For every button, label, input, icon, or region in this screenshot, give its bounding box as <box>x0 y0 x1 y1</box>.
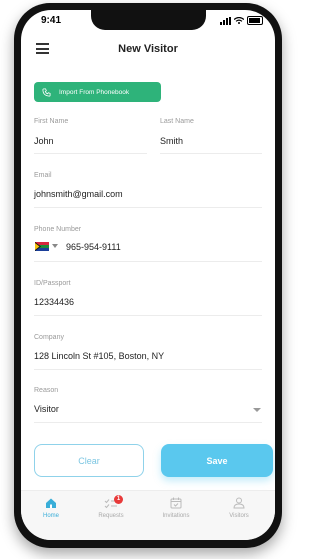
user-icon <box>233 497 245 509</box>
phone-icon <box>42 87 51 97</box>
last-name-label: Last Name <box>160 118 194 125</box>
screen: 9:41 New Visitor Import From Phonebook F… <box>21 10 275 540</box>
south-africa-flag-icon[interactable] <box>35 242 49 251</box>
import-button-label: Import From Phonebook <box>59 88 130 96</box>
first-name-label: First Name <box>34 118 69 125</box>
phone-number-label: Phone Number <box>34 226 82 233</box>
tab-invitations-label: Invitations <box>162 513 190 519</box>
divider <box>34 207 262 208</box>
reason-select[interactable]: Visitor <box>34 404 59 414</box>
id-passport-input[interactable]: 12334436 <box>34 297 74 307</box>
signal-icon <box>220 16 231 25</box>
tab-visitors[interactable]: Visitors <box>209 497 269 519</box>
tab-home[interactable]: Home <box>21 497 81 519</box>
status-icons <box>220 16 263 25</box>
page-title: New Visitor <box>118 43 178 55</box>
app-header: New Visitor <box>21 38 275 64</box>
phone-frame: 9:41 New Visitor Import From Phonebook F… <box>14 3 282 548</box>
bottom-tab-bar: Home 1 Requests Invitations Visitors <box>21 490 275 540</box>
clear-button[interactable]: Clear <box>34 444 144 477</box>
requests-badge: 1 <box>114 495 123 504</box>
divider <box>160 153 262 154</box>
company-label: Company <box>34 334 64 341</box>
divider <box>34 369 262 370</box>
notch <box>91 10 206 30</box>
reason-dropdown-chevron-icon[interactable] <box>253 408 261 412</box>
wifi-icon <box>234 17 244 24</box>
last-name-input[interactable]: Smith <box>160 136 183 146</box>
reason-label: Reason <box>34 387 59 394</box>
divider <box>34 315 262 316</box>
divider <box>34 153 147 154</box>
id-passport-label: ID/Passport <box>34 280 71 287</box>
tab-requests[interactable]: 1 Requests <box>81 495 141 519</box>
calendar-icon <box>170 497 182 509</box>
status-time: 9:41 <box>41 15 62 26</box>
divider <box>34 261 262 262</box>
home-icon <box>46 498 56 508</box>
first-name-input[interactable]: John <box>34 136 54 146</box>
company-input[interactable]: 128 Lincoln St #105, Boston, NY <box>34 351 164 361</box>
phone-number-input[interactable]: 965-954-9111 <box>66 242 121 252</box>
country-dropdown-chevron-icon[interactable] <box>52 244 58 248</box>
email-input[interactable]: johnsmith@gmail.com <box>34 189 123 199</box>
tab-home-label: Home <box>42 513 59 519</box>
divider <box>34 422 262 423</box>
save-button[interactable]: Save <box>161 444 273 477</box>
tab-invitations[interactable]: Invitations <box>146 497 206 519</box>
battery-icon <box>247 16 263 25</box>
tab-visitors-label: Visitors <box>229 513 249 519</box>
tab-requests-label: Requests <box>98 513 124 519</box>
import-from-phonebook-button[interactable]: Import From Phonebook <box>34 82 161 102</box>
email-label: Email <box>34 172 52 179</box>
